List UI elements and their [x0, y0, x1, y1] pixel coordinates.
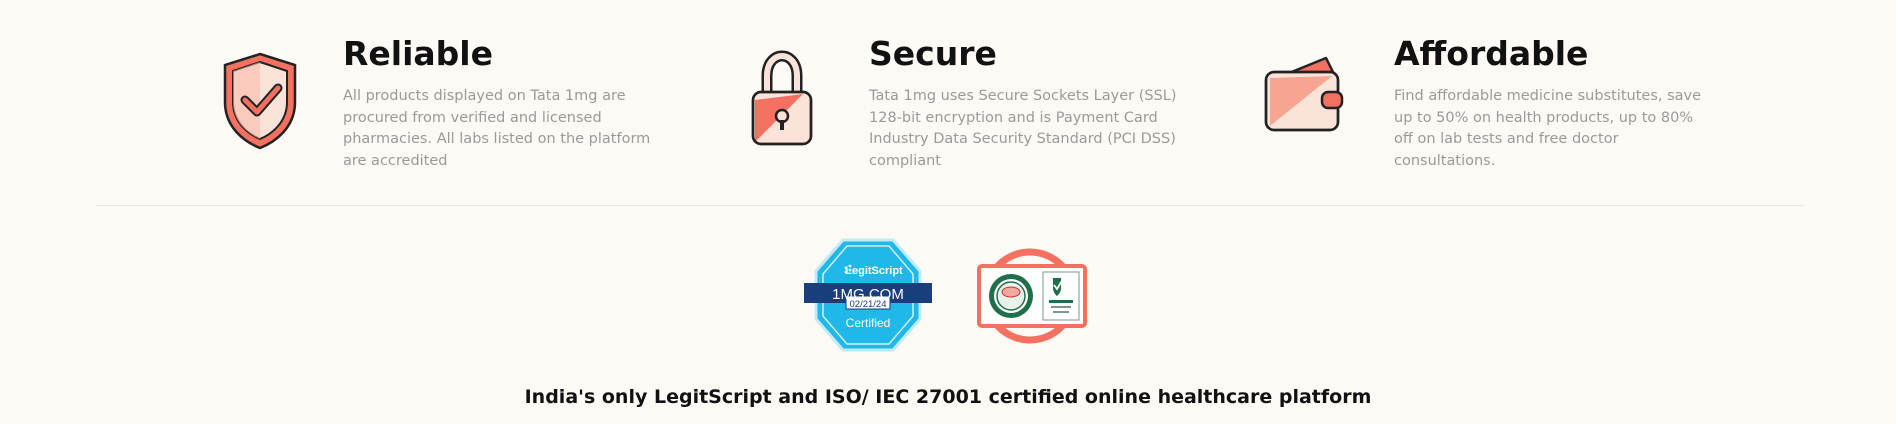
legitscript-date: 02/21/24: [850, 299, 887, 310]
iso-certification-badge[interactable]: [977, 248, 1087, 344]
legitscript-badge[interactable]: LegitScript 1MG.COM 02/21/24 Certified: [800, 236, 936, 354]
section-divider: [96, 205, 1804, 206]
feature-description: All products displayed on Tata 1mg are p…: [343, 88, 651, 169]
feature-title: Affordable: [1394, 34, 1589, 73]
padlock-icon: [743, 50, 833, 150]
feature-description: Tata 1mg uses Secure Sockets Layer (SSL)…: [869, 88, 1177, 169]
feature-title: Secure: [869, 34, 997, 73]
wallet-icon: [1262, 50, 1352, 150]
shield-check-icon: [215, 50, 305, 150]
certification-tagline: India's only LegitScript and ISO/ IEC 27…: [524, 386, 1372, 408]
feature-title: Reliable: [343, 34, 493, 73]
feature-description: Find affordable medicine substitutes, sa…: [1394, 88, 1702, 169]
legitscript-status: Certified: [846, 316, 891, 330]
legitscript-brand: LegitScript: [845, 265, 903, 277]
iso-seal-icon: [989, 274, 1033, 318]
ukas-mark-icon: [1042, 271, 1080, 321]
